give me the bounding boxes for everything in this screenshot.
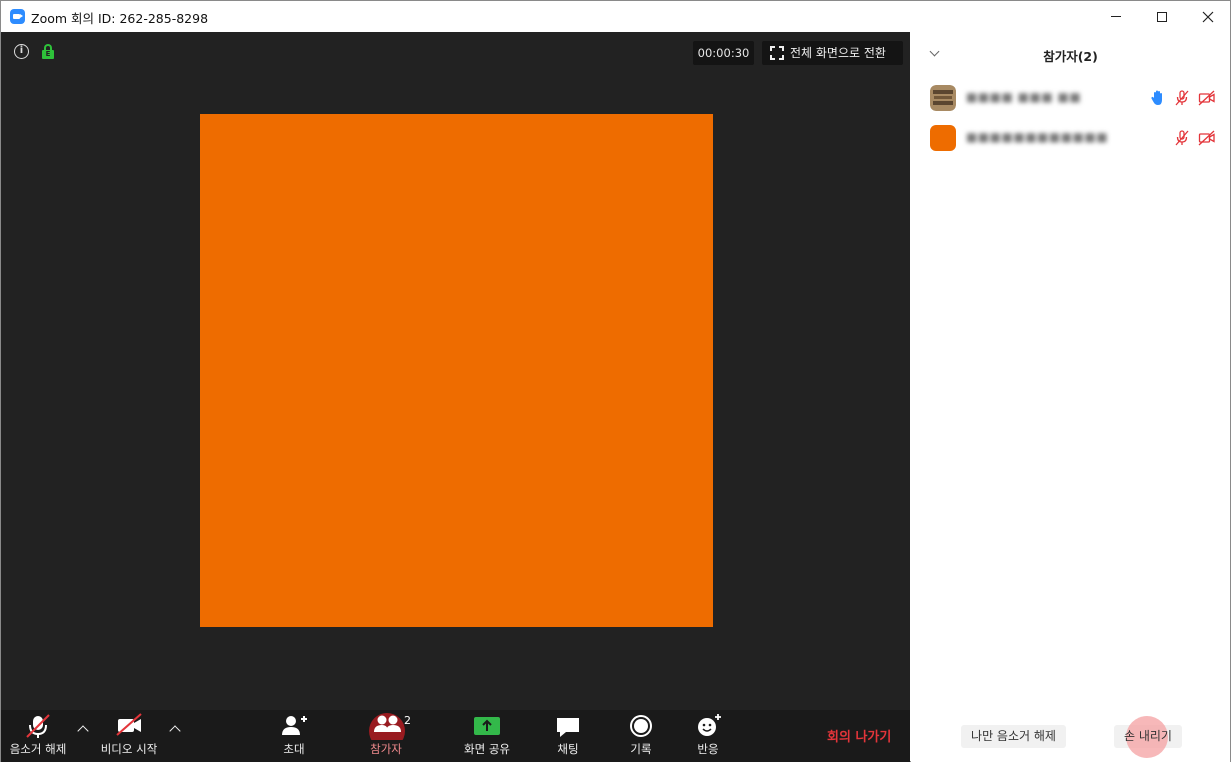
emoji-icon <box>698 714 721 736</box>
participants-count-badge: 2 <box>404 714 411 727</box>
share-screen-label: 화면 공유 <box>464 742 510 756</box>
mute-me-button[interactable]: 나만 음소거 해제 <box>961 725 1066 748</box>
audio-options-chevron-up-icon[interactable] <box>78 724 88 734</box>
panel-title: 참가자(2) <box>1043 49 1098 64</box>
lower-hand-label: 손 내리기 <box>1124 729 1172 743</box>
share-screen-icon <box>474 717 500 735</box>
unmute-label: 음소거 해제 <box>9 742 67 756</box>
window-title: Zoom 회의 ID: 262-285-8298 <box>31 11 209 26</box>
participant-avatar <box>930 85 956 111</box>
microphone-muted-icon[interactable] <box>1173 89 1191 107</box>
title-bar: Zoom 회의 ID: 262-285-8298 <box>1 1 1230 32</box>
minimize-button[interactable] <box>1093 1 1139 32</box>
leave-meeting-button[interactable]: 회의 나가기 <box>827 726 891 745</box>
participant-name: ■■■■ ■■■ ■■ <box>966 90 1082 104</box>
chat-button[interactable]: 채팅 <box>548 710 588 762</box>
meeting-timer: 00:00:30 <box>693 41 754 65</box>
zoom-window: Zoom 회의 ID: 262-285-8298 i E 00:00:30 전체… <box>0 0 1231 762</box>
raised-hand-icon <box>1151 90 1162 105</box>
close-button[interactable] <box>1185 1 1231 32</box>
participants-panel: 참가자(2) ■■■■ ■■■ ■■ ■■■■■■■■■■■■ 나만 음소거 해… <box>911 32 1230 762</box>
chat-label: 채팅 <box>557 742 579 756</box>
record-icon <box>630 715 652 737</box>
video-off-icon[interactable] <box>1198 129 1216 147</box>
lower-hand-button[interactable]: 손 내리기 <box>1114 716 1182 758</box>
video-off-icon[interactable] <box>1198 89 1216 107</box>
record-label: 기록 <box>630 742 652 756</box>
participant-video-tile[interactable] <box>200 114 713 627</box>
encryption-lock-icon[interactable]: E <box>42 44 54 59</box>
participant-row[interactable]: ■■■■■■■■■■■■ <box>911 118 1230 158</box>
meeting-info-icon[interactable]: i <box>14 44 29 59</box>
close-icon <box>1202 11 1214 22</box>
fullscreen-label: 전체 화면으로 전환 <box>790 46 886 60</box>
participant-row[interactable]: ■■■■ ■■■ ■■ <box>911 78 1230 118</box>
reactions-label: 반응 <box>697 742 719 756</box>
invite-label: 초대 <box>283 742 305 756</box>
meeting-view: i E 00:00:30 전체 화면으로 전환 음소거 해제 비디오 시작 초대… <box>1 32 910 762</box>
reactions-button[interactable]: 반응 <box>688 710 728 762</box>
microphone-muted-icon[interactable] <box>1173 129 1191 147</box>
fullscreen-button[interactable]: 전체 화면으로 전환 <box>762 41 903 65</box>
zoom-app-icon <box>10 9 25 24</box>
unmute-button[interactable]: 음소거 해제 <box>6 710 70 762</box>
participant-avatar <box>930 125 956 151</box>
video-options-chevron-up-icon[interactable] <box>170 724 180 734</box>
maximize-button[interactable] <box>1139 1 1185 32</box>
record-button[interactable]: 기록 <box>621 710 661 762</box>
meeting-toolbar: 음소거 해제 비디오 시작 초대 2 참가자 화면 공유 채팅 기록 반응 회의… <box>1 710 910 762</box>
participants-button[interactable]: 2 참가자 <box>364 710 411 762</box>
participant-name: ■■■■■■■■■■■■ <box>966 130 1109 144</box>
participants-label: 참가자 <box>370 742 402 756</box>
share-screen-button[interactable]: 화면 공유 <box>459 710 515 762</box>
invite-button[interactable]: 초대 <box>274 710 314 762</box>
chat-bubble-icon <box>557 718 579 737</box>
fullscreen-icon <box>770 46 784 60</box>
start-video-label: 비디오 시작 <box>100 742 158 756</box>
add-person-icon <box>282 716 307 735</box>
microphone-muted-icon <box>26 714 50 738</box>
video-off-icon <box>116 713 142 736</box>
start-video-button[interactable]: 비디오 시작 <box>97 710 161 762</box>
